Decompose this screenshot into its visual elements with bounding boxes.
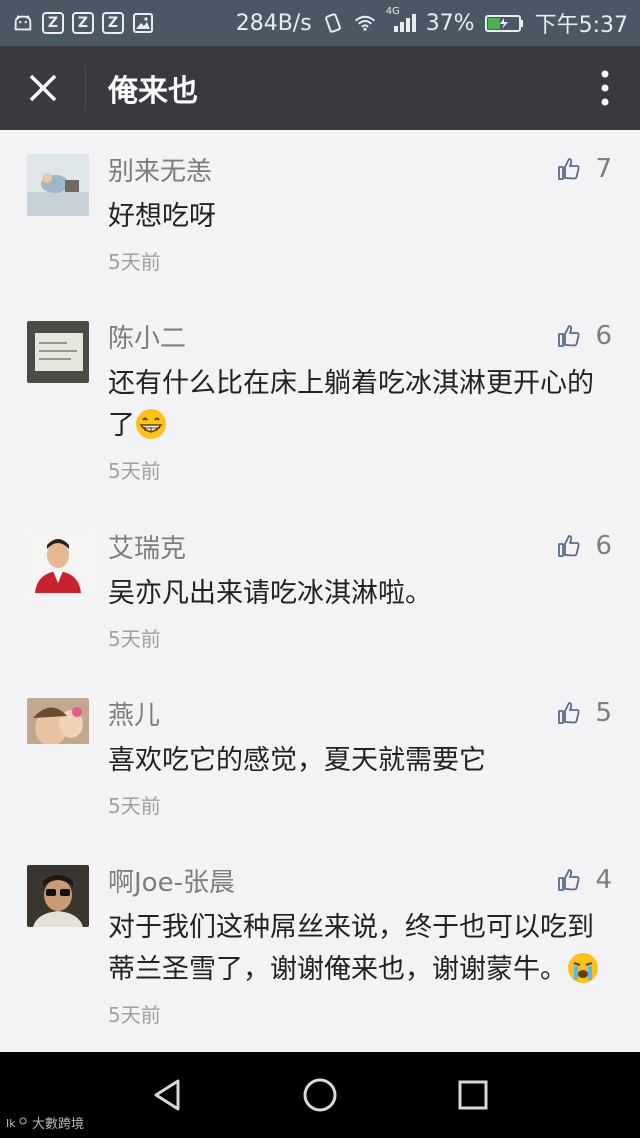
comment-text: 好想吃呀	[108, 201, 216, 232]
avatar[interactable]	[27, 154, 89, 216]
avatar[interactable]	[27, 865, 89, 927]
home-circle-icon	[303, 1078, 337, 1112]
thumbs-up-icon	[558, 325, 580, 347]
comment-text: 还有什么比在床上躺着吃冰淇淋更开心的了	[108, 368, 594, 441]
recents-square-icon	[458, 1080, 488, 1110]
back-triangle-icon	[154, 1079, 180, 1111]
like-button[interactable]: 4	[557, 865, 612, 895]
battery-icon	[484, 12, 525, 34]
network-speed: 284B/s	[235, 10, 312, 36]
android-icon	[12, 12, 34, 34]
status-bar: Z Z Z 284B/s 4G 37% 下午5:37	[0, 0, 640, 46]
clock: 下午5:37	[534, 13, 628, 38]
z-app-icon: Z	[42, 12, 64, 34]
watermark-text: 大數跨境	[32, 1117, 85, 1132]
thumbs-up-icon	[558, 869, 580, 891]
thumbs-up-icon	[558, 702, 580, 724]
watermark-logo-icon: Ik	[6, 1117, 27, 1130]
comment-time: 5天前	[108, 459, 161, 483]
thumbs-up-icon	[558, 158, 580, 180]
vibrate-icon	[322, 12, 344, 34]
recents-button[interactable]	[443, 1065, 503, 1125]
comment-time: 5天前	[108, 794, 161, 818]
like-button[interactable]: 5	[557, 698, 612, 728]
close-icon	[29, 74, 56, 102]
home-button[interactable]	[290, 1065, 350, 1125]
grin-emoji	[136, 409, 166, 439]
close-button[interactable]	[0, 66, 86, 110]
like-count: 6	[595, 531, 612, 561]
comment-author[interactable]: 燕儿	[108, 698, 612, 734]
z-app-icon: Z	[72, 12, 94, 34]
page-title: 俺来也	[108, 74, 198, 109]
comment-time: 5天前	[108, 250, 161, 274]
comment-author[interactable]: 啊Joe-张晨	[108, 865, 612, 901]
crying-emoji	[568, 953, 598, 983]
like-button[interactable]: 6	[557, 531, 612, 561]
wifi-icon	[354, 12, 376, 34]
like-button[interactable]: 7	[557, 154, 612, 184]
avatar[interactable]	[27, 321, 89, 383]
signal-icon: 4G	[386, 6, 416, 34]
comment-text: 对于我们这种屌丝来说，终于也可以吃到蒂兰圣雪了，谢谢俺来也，谢谢蒙牛。	[108, 907, 612, 991]
more-button[interactable]	[570, 46, 640, 130]
comment-text: 喜欢吃它的感觉，夏天就需要它	[108, 745, 486, 776]
like-button[interactable]: 6	[557, 321, 612, 351]
comment-time: 5天前	[108, 627, 161, 651]
comment-author[interactable]: 别来无恙	[108, 154, 612, 190]
like-count: 7	[595, 154, 612, 184]
watermark: Ik 大數跨境	[6, 1113, 85, 1133]
back-button[interactable]	[137, 1065, 197, 1125]
network-type: 4G	[385, 6, 400, 17]
top-bar: 俺来也	[0, 46, 640, 130]
thumbs-up-icon	[558, 535, 580, 557]
navigation-bar	[0, 1052, 640, 1138]
comment-author[interactable]: 陈小二	[108, 321, 612, 357]
avatar[interactable]	[27, 698, 89, 760]
comment-author[interactable]: 艾瑞克	[108, 531, 612, 567]
avatar[interactable]	[27, 531, 89, 593]
comment-list[interactable]: 别来无恙 好想吃呀 5天前 7 陈小二 还有什么比在床上躺着吃冰淇淋更开心的了 …	[0, 130, 640, 1052]
battery-percent: 37%	[425, 10, 475, 36]
comment-time: 5天前	[108, 1003, 161, 1027]
more-vertical-icon	[601, 70, 609, 106]
gallery-icon	[132, 12, 154, 34]
svg-text:Ik: Ik	[6, 1117, 16, 1130]
like-count: 5	[595, 698, 612, 728]
like-count: 6	[595, 321, 612, 351]
z-app-icon: Z	[102, 12, 124, 34]
like-count: 4	[595, 865, 612, 895]
comment-text: 吴亦凡出来请吃冰淇淋啦。	[108, 578, 432, 609]
